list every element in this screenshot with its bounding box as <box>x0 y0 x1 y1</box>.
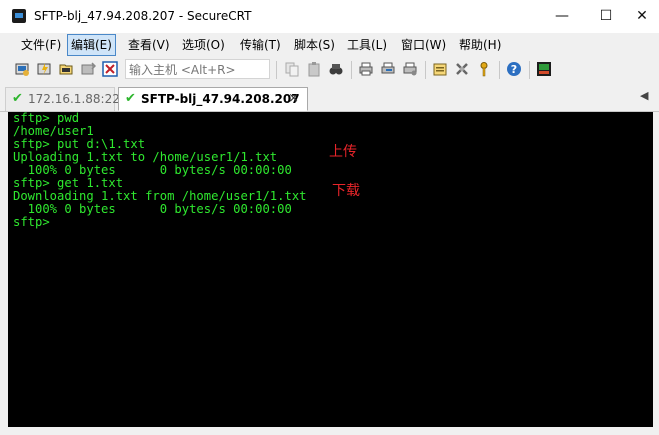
quick-connect-icon[interactable] <box>36 61 52 77</box>
paste-icon[interactable] <box>306 61 322 77</box>
menu-transfer[interactable]: 传输(T) <box>237 35 284 55</box>
toolbar-separator <box>276 61 277 79</box>
reconnect-icon[interactable] <box>80 61 96 77</box>
find-icon[interactable] <box>328 61 344 77</box>
tab-label: SFTP-blj_47.94.208.207 <box>141 92 300 106</box>
terminal-line: sftp> get 1.txt <box>13 176 124 190</box>
download-annotation: 下载 <box>332 183 360 199</box>
terminal-line: sftp> pwd <box>13 111 80 125</box>
upload-annotation: 上传 <box>329 144 357 160</box>
terminal-line: sftp> put d:\1.txt <box>13 137 146 151</box>
window-bottom-border <box>0 427 659 435</box>
menu-bar: 文件(F) 编辑(E) 查看(V) 选项(O) 传输(T) 脚本(S) 工具(L… <box>0 33 659 57</box>
title-bar: SFTP-blj_47.94.208.207 - SecureCRT — ☐ ✕ <box>0 0 659 33</box>
tab-scroll-left-icon[interactable]: ◀ <box>640 89 648 102</box>
tab-label: 172.16.1.88:22 <box>28 92 120 106</box>
terminal-line: sftp> <box>13 215 50 229</box>
toolbar-separator <box>529 61 530 79</box>
toolbar-separator <box>499 61 500 79</box>
menu-view[interactable]: 查看(V) <box>125 35 173 55</box>
terminal-line: 100% 0 bytes 0 bytes/s 00:00:00 <box>13 163 292 177</box>
tab-close-icon[interactable]: × <box>288 88 299 110</box>
terminal-line: Downloading 1.txt from /home/user1/1.txt <box>13 189 307 203</box>
menu-script[interactable]: 脚本(S) <box>291 35 338 55</box>
print-icon[interactable] <box>358 61 374 77</box>
about-icon[interactable] <box>536 61 552 77</box>
terminal-output: sftp> pwd /home/user1 sftp> put d:\1.txt… <box>13 112 307 229</box>
keymap-icon[interactable] <box>476 61 492 77</box>
help-icon[interactable]: ? <box>506 61 522 77</box>
tab-session-sftp[interactable]: ✔ SFTP-blj_47.94.208.207 × <box>118 87 308 111</box>
minimize-button[interactable]: — <box>540 0 584 32</box>
connected-check-icon: ✔ <box>125 91 136 106</box>
session-options-icon[interactable] <box>432 61 448 77</box>
connect-tab-icon[interactable] <box>58 61 74 77</box>
terminal-line: /home/user1 <box>13 124 94 138</box>
menu-help[interactable]: 帮助(H) <box>456 35 504 55</box>
print-setup-icon[interactable] <box>402 61 418 77</box>
tab-session-172-16-1-88[interactable]: ✔ 172.16.1.88:22 <box>5 87 120 111</box>
disconnect-icon[interactable] <box>102 61 118 77</box>
toolbar-separator <box>425 61 426 79</box>
svg-text:?: ? <box>511 63 517 76</box>
copy-icon[interactable] <box>284 61 300 77</box>
print-selection-icon[interactable] <box>380 61 396 77</box>
session-tab-bar: ✔ 172.16.1.88:22 ✔ SFTP-blj_47.94.208.20… <box>0 85 659 112</box>
toolbar: 输入主机 <Alt+R> ? <box>0 57 659 83</box>
securecrt-app-icon <box>12 9 26 23</box>
terminal-line: Uploading 1.txt to /home/user1/1.txt <box>13 150 278 164</box>
menu-window[interactable]: 窗口(W) <box>398 35 449 55</box>
connected-check-icon: ✔ <box>12 91 23 106</box>
menu-tools[interactable]: 工具(L) <box>344 35 390 55</box>
close-window-button[interactable]: ✕ <box>620 0 659 32</box>
menu-edit[interactable]: 编辑(E) <box>67 34 116 56</box>
menu-options[interactable]: 选项(O) <box>179 35 228 55</box>
host-input[interactable]: 输入主机 <Alt+R> <box>125 59 270 79</box>
terminal-line: 100% 0 bytes 0 bytes/s 00:00:00 <box>13 202 292 216</box>
connect-icon[interactable] <box>14 61 30 77</box>
menu-file[interactable]: 文件(F) <box>18 35 64 55</box>
window-title: SFTP-blj_47.94.208.207 - SecureCRT <box>34 9 252 23</box>
toolbar-separator <box>351 61 352 79</box>
terminal-pane[interactable]: sftp> pwd /home/user1 sftp> put d:\1.txt… <box>8 112 653 427</box>
global-options-icon[interactable] <box>454 61 470 77</box>
